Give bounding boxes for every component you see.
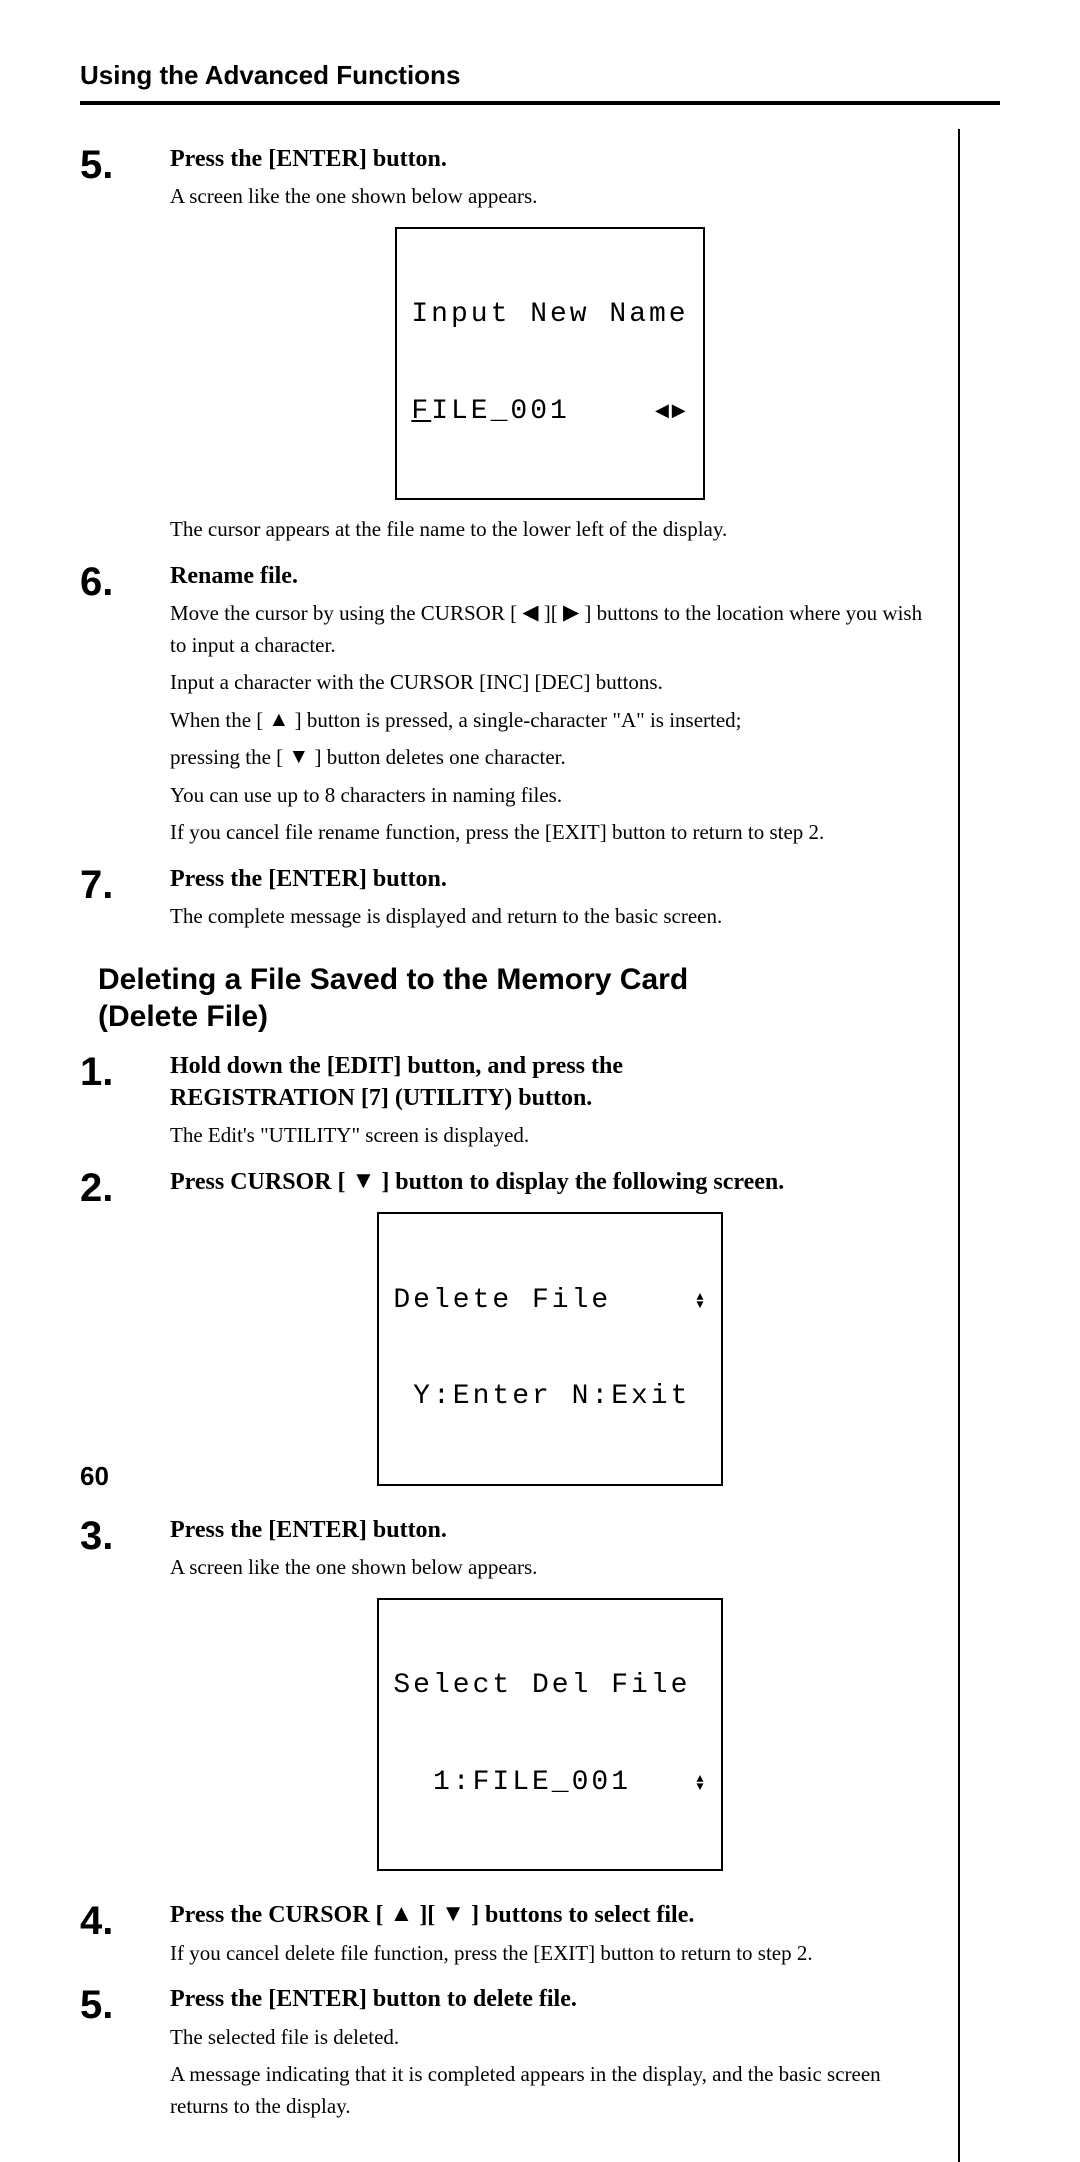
text-fragment: When the [ xyxy=(170,708,269,732)
lcd-line1: Input New Name xyxy=(411,299,688,331)
step-heading: Press the [ENTER] button to delete file. xyxy=(170,1983,930,2015)
lcd-up-down-icon: ▲▼ xyxy=(696,1293,706,1309)
step-text: The Edit's "UTILITY" screen is displayed… xyxy=(170,1120,930,1152)
subsection-line1: Deleting a File Saved to the Memory Card xyxy=(98,963,688,996)
step-text: pressing the [ ▼ ] button deletes one ch… xyxy=(170,742,930,774)
step-number: 4. xyxy=(80,1899,170,1969)
heading-line2: REGISTRATION [7] (UTILITY) button. xyxy=(170,1085,592,1111)
text-fragment: pressing the [ xyxy=(170,745,288,769)
lcd-line2: Y:Enter N:Exit xyxy=(393,1381,690,1413)
step-b2: 2. Press CURSOR [ ▼ ] button to display … xyxy=(80,1166,930,1500)
step-b1: 1. Hold down the [EDIT] button, and pres… xyxy=(80,1050,930,1152)
section-rule xyxy=(80,101,1000,105)
step-a7: 7. Press the [ENTER] button. The complet… xyxy=(80,863,930,933)
step-a6: 6. Rename file. Move the cursor by using… xyxy=(80,560,930,849)
cursor-up-icon: ▲ xyxy=(269,704,290,736)
step-heading: Rename file. xyxy=(170,560,930,592)
subsection-title: Deleting a File Saved to the Memory Card… xyxy=(98,961,930,1036)
lcd-cursor-char: F xyxy=(411,396,431,428)
step-number: 7. xyxy=(80,863,170,933)
content-wrap: 5. Press the [ENTER] button. A screen li… xyxy=(80,129,1000,2162)
step-text: A screen like the one shown below appear… xyxy=(170,181,930,213)
cursor-right-icon: ▶ xyxy=(563,597,579,629)
step-a5: 5. Press the [ENTER] button. A screen li… xyxy=(80,143,930,546)
step-heading: Press the [ENTER] button. xyxy=(170,143,930,175)
step-number: 5. xyxy=(80,143,170,546)
step-b3: 3. Press the [ENTER] button. A screen li… xyxy=(80,1514,930,1885)
lcd-line1: Delete File xyxy=(393,1285,690,1317)
step-text: A message indicating that it is complete… xyxy=(170,2059,930,2122)
cursor-left-icon: ◀ xyxy=(522,597,538,629)
text-fragment: ][ xyxy=(413,1902,441,1928)
step-number: 5. xyxy=(80,1983,170,2122)
step-heading: Press the CURSOR [ ▲ ][ ▼ ] buttons to s… xyxy=(170,1899,930,1931)
step-text: You can use up to 8 characters in naming… xyxy=(170,780,930,812)
cursor-up-icon: ▲ xyxy=(390,1898,414,1930)
lcd-screen: Select Del File 1:FILE_001 ▲▼ xyxy=(377,1598,722,1872)
text-fragment: ] button is pressed, a single-character … xyxy=(289,708,741,732)
step-heading: Press the [ENTER] button. xyxy=(170,863,930,895)
text-fragment: ] buttons to select file. xyxy=(465,1902,694,1928)
step-b4: 4. Press the CURSOR [ ▲ ][ ▼ ] buttons t… xyxy=(80,1899,930,1969)
step-number: 3. xyxy=(80,1514,170,1885)
main-column: 5. Press the [ENTER] button. A screen li… xyxy=(80,129,960,2162)
lcd-left-right-icon: ◀▶ xyxy=(655,402,689,423)
step-text: Input a character with the CURSOR [INC] … xyxy=(170,667,930,699)
step-number: 1. xyxy=(80,1050,170,1152)
text-fragment: ] button to display the following screen… xyxy=(375,1169,784,1195)
step-heading: Press CURSOR [ ▼ ] button to display the… xyxy=(170,1166,930,1198)
cursor-down-icon: ▼ xyxy=(441,1898,465,1930)
section-title: Using the Advanced Functions xyxy=(80,60,1000,91)
subsection-line2: (Delete File) xyxy=(98,1000,268,1033)
text-fragment: ][ xyxy=(538,601,563,625)
step-text: The selected file is deleted. xyxy=(170,2022,930,2054)
heading-line1: Hold down the [EDIT] button, and press t… xyxy=(170,1053,623,1079)
text-fragment: ] button deletes one character. xyxy=(309,745,566,769)
lcd-line2-rest: ILE_001 xyxy=(431,396,570,428)
lcd-line2: 1:FILE_001 xyxy=(393,1767,690,1799)
step-text: Move the cursor by using the CURSOR [ ◀ … xyxy=(170,598,930,661)
step-number: 6. xyxy=(80,560,170,849)
step-text: When the [ ▲ ] button is pressed, a sing… xyxy=(170,705,930,737)
step-text: The cursor appears at the file name to t… xyxy=(170,514,930,546)
cursor-down-icon: ▼ xyxy=(288,741,309,773)
cursor-down-icon: ▼ xyxy=(352,1165,376,1197)
lcd-screen: Input New Name FILE_001 ◀▶ xyxy=(395,227,704,501)
step-text: A screen like the one shown below appear… xyxy=(170,1552,930,1584)
step-heading: Press the [ENTER] button. xyxy=(170,1514,930,1546)
step-number: 2. xyxy=(80,1166,170,1500)
lcd-screen: Delete File ▲▼ Y:Enter N:Exit xyxy=(377,1212,722,1486)
step-text: If you cancel delete file function, pres… xyxy=(170,1938,930,1970)
text-fragment: Move the cursor by using the CURSOR [ xyxy=(170,601,522,625)
page-number: 60 xyxy=(80,1461,109,1492)
step-heading: Hold down the [EDIT] button, and press t… xyxy=(170,1050,930,1115)
text-fragment: Press the CURSOR [ xyxy=(170,1902,390,1928)
step-text: The complete message is displayed and re… xyxy=(170,901,930,933)
lcd-line1: Select Del File xyxy=(393,1670,690,1702)
step-text: If you cancel file rename function, pres… xyxy=(170,817,930,849)
text-fragment: Press CURSOR [ xyxy=(170,1169,352,1195)
lcd-up-down-icon: ▲▼ xyxy=(696,1775,706,1791)
step-b5: 5. Press the [ENTER] button to delete fi… xyxy=(80,1983,930,2122)
